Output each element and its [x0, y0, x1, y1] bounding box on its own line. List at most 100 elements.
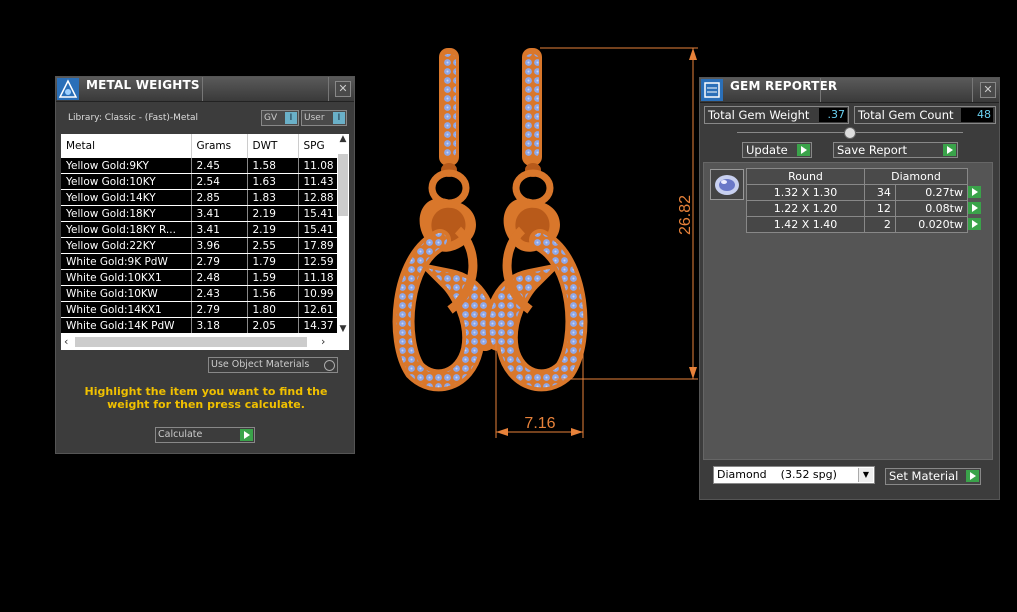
calculate-label: Calculate	[158, 429, 203, 440]
instruction-text: Highlight the item you want to find the …	[84, 385, 328, 411]
table-row[interactable]: Yellow Gold:10KY 2.54 1.63 11.43	[61, 173, 338, 190]
table-row[interactable]: White Gold:14KX1 2.79 1.80 12.61	[61, 301, 338, 318]
gem-table-header: Round Diamond	[746, 168, 984, 185]
table-row[interactable]: White Gold:14K PdW 3.18 2.05 14.37	[61, 317, 338, 334]
use-object-materials-toggle[interactable]: Use Object Materials	[208, 357, 338, 373]
scroll-left-icon[interactable]: ‹	[64, 335, 68, 348]
gv-toggle-label: GV	[264, 113, 278, 123]
table-row[interactable]: White Gold:10KW 2.43 1.56 10.99	[61, 285, 338, 302]
gem-size-cell: 1.22 X 1.20	[746, 200, 865, 217]
scroll-right-icon[interactable]: ›	[321, 335, 325, 348]
earring-right	[485, 48, 588, 392]
table-cell: 10.99	[298, 285, 338, 302]
set-material-button[interactable]: Set Material	[885, 468, 981, 485]
close-icon[interactable]: ✕	[335, 81, 351, 97]
gem-material-header: Diamond	[864, 168, 968, 185]
user-toggle-label: User	[304, 113, 325, 123]
table-cell: 11.18	[298, 269, 338, 286]
gem-weight-cell: 0.08tw	[894, 200, 969, 217]
gem-slider[interactable]	[737, 127, 963, 139]
table-row[interactable]: Yellow Gold:18KY 3.41 2.19 15.41	[61, 205, 338, 222]
gem-row[interactable]: 1.42 X 1.40 2 0.020tw	[746, 216, 984, 233]
table-cell: White Gold:14K PdW	[61, 317, 192, 334]
gem-report-area: Round Diamond 1.32 X 1.30 34 0.27tw 1.22 X …	[703, 162, 993, 460]
table-cell: 2.45	[191, 158, 248, 174]
table-cell: 17.89	[298, 237, 338, 254]
gem-shape-header: Round	[746, 168, 865, 185]
table-cell: 12.88	[298, 189, 338, 206]
table-cell: 15.41	[298, 205, 338, 222]
viewport-canvas[interactable]: 26.82 7.16	[380, 40, 700, 460]
gem-row[interactable]: 1.32 X 1.30 34 0.27tw	[746, 184, 984, 201]
table-cell: 15.41	[298, 221, 338, 238]
user-toggle[interactable]: User I	[301, 110, 347, 126]
table-cell: 11.43	[298, 173, 338, 190]
total-gem-weight-label: Total Gem Weight	[708, 108, 810, 122]
slider-knob[interactable]	[844, 127, 856, 139]
table-cell: 12.59	[298, 253, 338, 270]
table-cell: 2.43	[191, 285, 248, 302]
table-cell: 2.79	[191, 301, 248, 318]
gv-toggle[interactable]: GV I	[261, 110, 299, 126]
table-cell: 1.56	[247, 285, 299, 302]
metal-table[interactable]: Metal Grams DWT SPG Yellow Gold:9KY 2.45 1…	[61, 134, 349, 350]
set-material-label: Set Material	[889, 469, 959, 483]
column-header-grams[interactable]: Grams	[191, 134, 248, 158]
width-dimension-label: 7.16	[524, 415, 555, 432]
gem-count-cell: 12	[864, 200, 896, 217]
gem-reporter-title: GEM REPORTER	[730, 79, 838, 93]
play-icon[interactable]	[968, 218, 981, 230]
toggle-knob-icon: I	[285, 112, 297, 124]
table-cell: 2.19	[247, 221, 299, 238]
gem-table[interactable]: Round Diamond 1.32 X 1.30 34 0.27tw 1.22 X …	[746, 168, 984, 233]
gem-thumbnail[interactable]	[710, 169, 744, 200]
column-header-metal[interactable]: Metal	[61, 134, 192, 158]
table-row[interactable]: White Gold:9K PdW 2.79 1.79 12.59	[61, 253, 338, 270]
titlebar-divider	[972, 78, 973, 102]
table-cell: Yellow Gold:18KY	[61, 205, 192, 222]
titlebar-divider	[328, 77, 329, 101]
table-cell: Yellow Gold:22KY	[61, 237, 192, 254]
total-gem-count-label: Total Gem Count	[858, 108, 954, 122]
play-icon[interactable]	[968, 202, 981, 214]
update-button[interactable]: Update	[742, 142, 812, 158]
save-report-button[interactable]: Save Report	[833, 142, 958, 158]
total-gem-weight-value: .37	[819, 108, 847, 122]
titlebar-divider	[202, 77, 203, 101]
calculate-button[interactable]: Calculate	[155, 427, 255, 443]
gem-reporter-logo-icon	[701, 79, 723, 101]
update-label: Update	[746, 143, 788, 157]
gem-reporter-titlebar[interactable]: GEM REPORTER ✕	[700, 78, 999, 103]
metal-weights-titlebar[interactable]: METAL WEIGHTS ✕	[56, 77, 354, 102]
gem-weight-cell: 0.27tw	[894, 184, 969, 201]
gem-size-cell: 1.42 X 1.40	[746, 216, 865, 233]
height-dimension-label: 26.82	[677, 195, 694, 235]
vertical-scrollbar[interactable]: ▲ ▼	[337, 134, 349, 334]
table-cell: 1.80	[247, 301, 299, 318]
total-gem-count-field: Total Gem Count 48	[854, 106, 996, 124]
horizontal-scrollbar[interactable]: ‹ ›	[61, 334, 349, 350]
scroll-up-icon[interactable]: ▲	[337, 134, 349, 144]
gem-row[interactable]: 1.22 X 1.20 12 0.08tw	[746, 200, 984, 217]
table-cell: Yellow Gold:18KY R...	[61, 221, 192, 238]
table-row[interactable]: White Gold:10KX1 2.48 1.59 11.18	[61, 269, 338, 286]
table-row[interactable]: Yellow Gold:22KY 3.96 2.55 17.89	[61, 237, 338, 254]
table-cell: White Gold:9K PdW	[61, 253, 192, 270]
radio-icon	[324, 360, 335, 371]
scroll-down-icon[interactable]: ▼	[337, 324, 349, 334]
column-header-dwt[interactable]: DWT	[247, 134, 299, 158]
scroll-thumb[interactable]	[338, 154, 348, 216]
table-cell: 11.08	[298, 158, 338, 174]
table-row[interactable]: Yellow Gold:14KY 2.85 1.83 12.88	[61, 189, 338, 206]
titlebar-divider	[820, 78, 821, 102]
chevron-down-icon[interactable]: ▼	[858, 468, 873, 482]
height-dimension	[540, 47, 698, 380]
play-icon[interactable]	[968, 186, 981, 198]
metal-weights-logo-icon	[57, 78, 79, 100]
material-select[interactable]: Diamond (3.52 spg) ▼	[713, 466, 875, 484]
table-row[interactable]: Yellow Gold:9KY 2.45 1.58 11.08	[61, 158, 338, 174]
close-icon[interactable]: ✕	[980, 82, 996, 98]
table-row[interactable]: Yellow Gold:18KY R... 3.41 2.19 15.41	[61, 221, 338, 238]
column-header-spg[interactable]: SPG	[298, 134, 338, 158]
scroll-thumb[interactable]	[75, 337, 307, 347]
